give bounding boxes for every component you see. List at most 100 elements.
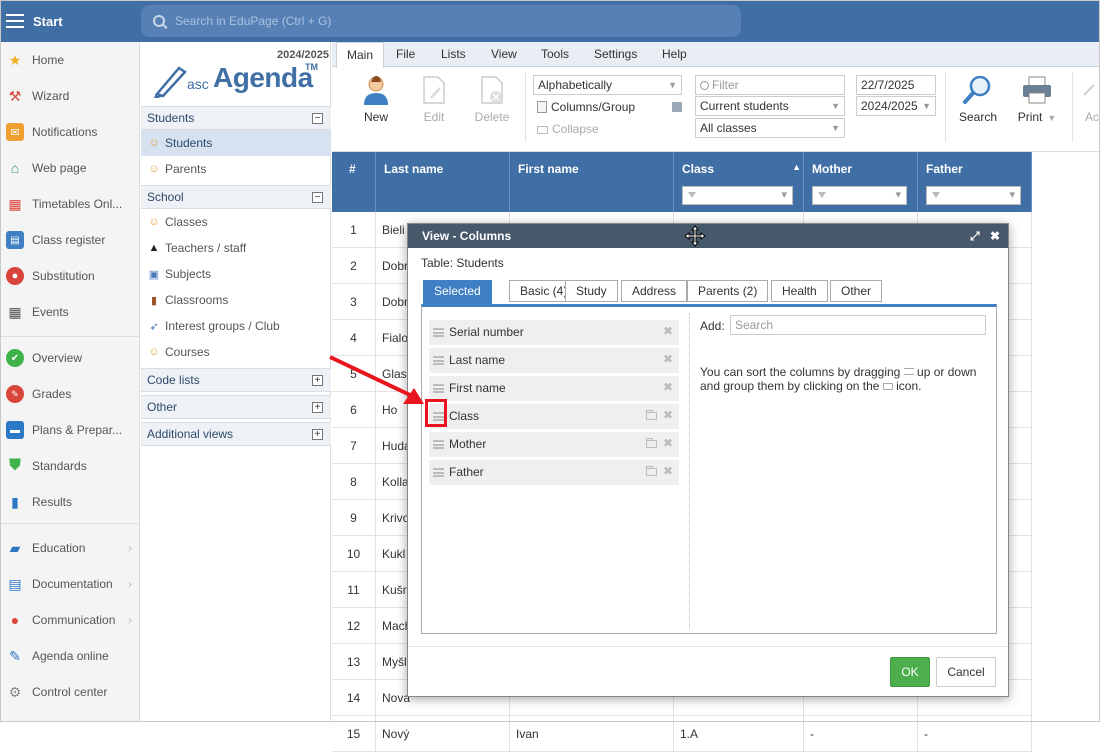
tab-other[interactable]: Other xyxy=(830,280,883,302)
nav-item-agenda-online[interactable]: ✎ Agenda online xyxy=(0,638,140,674)
classes-select[interactable]: All classes ▼ xyxy=(695,118,845,138)
folder-icon[interactable] xyxy=(646,410,657,420)
tab-main[interactable]: Main xyxy=(336,42,385,68)
nav-item-notifications[interactable]: ✉ Notifications xyxy=(0,114,140,150)
mother-filter[interactable] xyxy=(812,186,907,205)
nav-item-timetables[interactable]: ▦ Timetables Onl... xyxy=(0,186,140,222)
nav-item-overview[interactable]: ✔ Overview xyxy=(0,340,140,376)
side-item-subjects[interactable]: ▣ Subjects xyxy=(141,261,331,287)
sort-select[interactable]: Alphabetically ▼ xyxy=(533,75,682,95)
tab-view[interactable]: View xyxy=(481,42,527,67)
section-school[interactable]: School − xyxy=(141,185,331,209)
side-item-classes[interactable]: ☺ Classes xyxy=(141,209,331,235)
section-additional-views[interactable]: Additional views + xyxy=(141,422,331,446)
date-input[interactable]: 22/7/2025 xyxy=(856,75,936,95)
dialog-title-bar[interactable]: View - Columns ⤢ ✖ xyxy=(408,224,1008,248)
start-menu-button[interactable]: Start xyxy=(0,0,140,42)
tab-lists[interactable]: Lists xyxy=(431,42,476,67)
remove-icon[interactable]: ✖ xyxy=(663,464,673,478)
column-item-last-name[interactable]: Last name ✖ xyxy=(429,348,679,373)
col-header-class[interactable]: Class ▲ xyxy=(674,152,804,212)
search-button[interactable]: Search xyxy=(949,74,1007,130)
remove-icon[interactable]: ✖ xyxy=(663,324,673,338)
col-header-last-name[interactable]: Last name xyxy=(376,152,510,212)
nav-item-class-register[interactable]: ▤ Class register xyxy=(0,222,140,258)
global-search-input[interactable]: Search in EduPage (Ctrl + G) xyxy=(141,5,741,37)
delete-button[interactable]: Delete xyxy=(463,74,521,130)
columns-group-button[interactable]: Columns/Group xyxy=(537,100,682,118)
cancel-button[interactable]: Cancel xyxy=(936,657,996,687)
expand-toggle[interactable]: + xyxy=(312,402,323,413)
column-item-first-name[interactable]: First name ✖ xyxy=(429,376,679,401)
ok-button[interactable]: OK xyxy=(890,657,930,687)
folder-icon[interactable] xyxy=(646,438,657,448)
nav-item-wizard[interactable]: ⚒ Wizard xyxy=(0,78,140,114)
nav-item-standards[interactable]: ⛊ Standards xyxy=(0,448,140,484)
collapse-toggle[interactable]: − xyxy=(312,192,323,203)
folder-icon[interactable] xyxy=(646,466,657,476)
column-item-mother[interactable]: Mother ✖ xyxy=(429,432,679,457)
actions-button[interactable]: Ac xyxy=(1072,74,1100,130)
nav-item-substitution[interactable]: ● Substitution xyxy=(0,258,140,294)
col-header-father[interactable]: Father xyxy=(918,152,1032,212)
side-item-courses[interactable]: ☺ Courses xyxy=(141,339,331,365)
side-item-classrooms[interactable]: ▮ Classrooms xyxy=(141,287,331,313)
nav-item-control-center[interactable]: ⚙ Control center xyxy=(0,674,140,710)
tab-file[interactable]: File xyxy=(386,42,425,67)
nav-item-communication[interactable]: ● Communication › xyxy=(0,602,140,638)
drag-handle-icon[interactable] xyxy=(433,384,444,393)
section-code-lists[interactable]: Code lists + xyxy=(141,368,331,392)
tab-help[interactable]: Help xyxy=(652,42,697,67)
column-item-serial-number[interactable]: Serial number ✖ xyxy=(429,320,679,345)
tab-parents[interactable]: Parents (2) xyxy=(687,280,769,302)
close-icon[interactable]: ✖ xyxy=(990,224,1000,248)
filter-input[interactable]: Filter xyxy=(695,75,845,95)
father-filter[interactable] xyxy=(926,186,1021,205)
nav-item-education[interactable]: ▰ Education › xyxy=(0,530,140,566)
tab-settings[interactable]: Settings xyxy=(584,42,647,67)
nav-item-results[interactable]: ▮ Results xyxy=(0,484,140,520)
col-header-first-name[interactable]: First name xyxy=(510,152,674,212)
section-other[interactable]: Other + xyxy=(141,395,331,419)
table-row[interactable]: 15 Nový Ivan 1.A - - xyxy=(332,716,1032,752)
class-filter[interactable] xyxy=(682,186,793,205)
side-item-interest-groups[interactable]: ➶ Interest groups / Club xyxy=(141,313,331,339)
col-header-number[interactable]: # xyxy=(332,152,376,212)
expand-toggle[interactable]: + xyxy=(312,429,323,440)
column-item-father[interactable]: Father ✖ xyxy=(429,460,679,485)
remove-icon[interactable]: ✖ xyxy=(663,436,673,450)
nav-item-grades[interactable]: ✎ Grades xyxy=(0,376,140,412)
side-item-students[interactable]: ☺ Students xyxy=(141,130,331,156)
print-button[interactable]: Print ▼ xyxy=(1008,74,1066,130)
tab-health[interactable]: Health xyxy=(771,280,828,302)
column-item-class[interactable]: Class ✖ xyxy=(429,404,679,429)
drag-handle-icon[interactable] xyxy=(433,328,444,337)
collapse-button[interactable]: Collapse xyxy=(537,122,637,140)
nav-item-home[interactable]: ★ Home xyxy=(0,42,140,78)
remove-icon[interactable]: ✖ xyxy=(663,352,673,366)
tab-study[interactable]: Study xyxy=(565,280,618,302)
remove-icon[interactable]: ✖ xyxy=(663,408,673,422)
expand-toggle[interactable]: + xyxy=(312,375,323,386)
drag-handle-icon[interactable] xyxy=(433,440,444,449)
edit-button[interactable]: Edit xyxy=(405,74,463,130)
year-select[interactable]: 2024/2025 ▼ xyxy=(856,96,936,116)
drag-handle-icon[interactable] xyxy=(433,356,444,365)
tab-address[interactable]: Address xyxy=(621,280,688,302)
collapse-toggle[interactable]: − xyxy=(312,113,323,124)
nav-item-web-page[interactable]: ⌂ Web page xyxy=(0,150,140,186)
remove-icon[interactable]: ✖ xyxy=(663,380,673,394)
nav-item-documentation[interactable]: ▤ Documentation › xyxy=(0,566,140,602)
nav-item-events[interactable]: ▦ Events xyxy=(0,294,140,330)
section-students[interactable]: Students − xyxy=(141,106,331,130)
maximize-icon[interactable]: ⤢ xyxy=(970,224,980,248)
drag-handle-icon[interactable] xyxy=(433,468,444,477)
tab-tools[interactable]: Tools xyxy=(531,42,579,67)
side-item-parents[interactable]: ☺ Parents xyxy=(141,156,331,182)
tab-selected[interactable]: Selected xyxy=(423,280,492,304)
current-students-select[interactable]: Current students ▼ xyxy=(695,96,845,116)
side-item-teachers[interactable]: ▲ Teachers / staff xyxy=(141,235,331,261)
add-column-search-input[interactable]: Search xyxy=(730,315,986,335)
nav-item-plans[interactable]: ▬ Plans & Prepar... xyxy=(0,412,140,448)
col-header-mother[interactable]: Mother xyxy=(804,152,918,212)
